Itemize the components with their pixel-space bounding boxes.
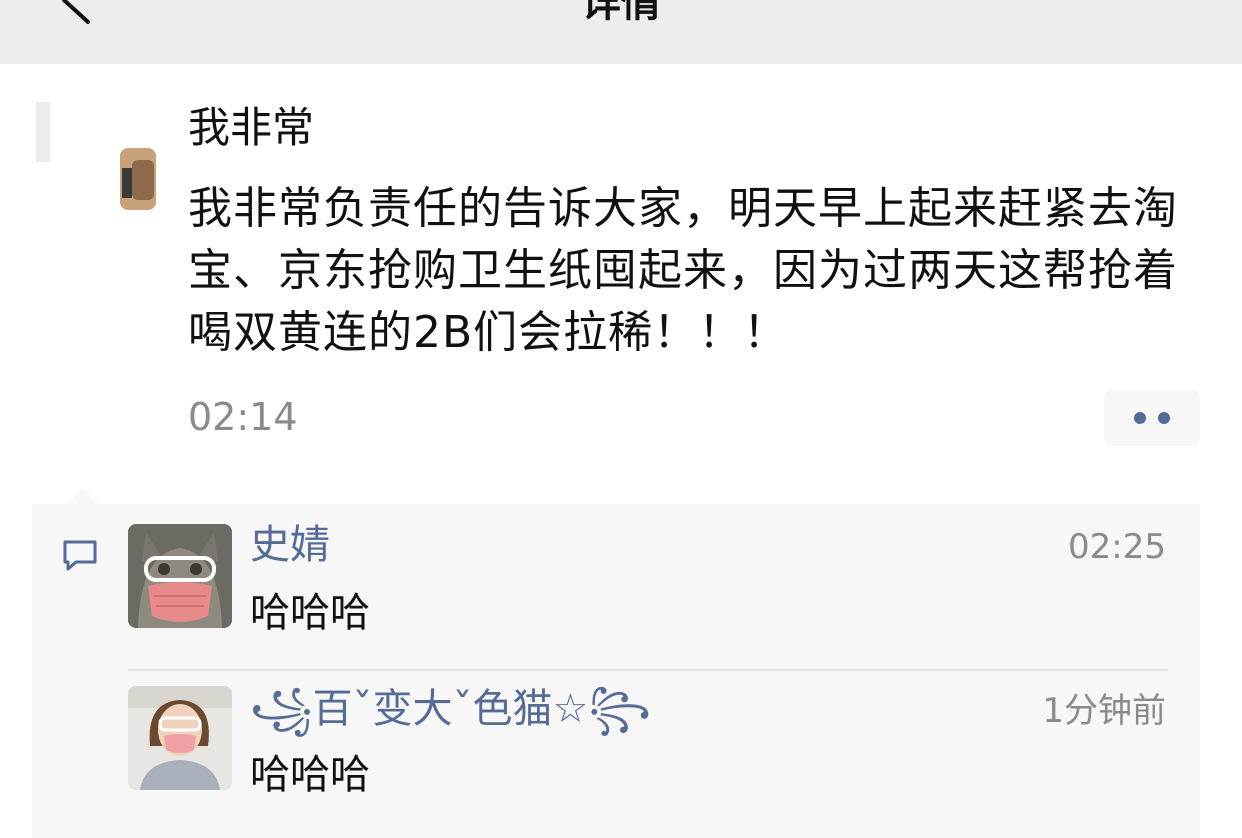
comment-text: 哈哈哈: [250, 590, 370, 636]
nav-bar: 详情: [0, 0, 1242, 64]
comment-author-name[interactable]: 史婧: [250, 520, 330, 570]
comment-text: 哈哈哈: [250, 752, 370, 798]
comment-time: 1分钟前: [1042, 691, 1166, 731]
more-button[interactable]: [1104, 390, 1200, 446]
comment-time: 02:25: [1068, 527, 1166, 567]
avatar[interactable]: [36, 96, 160, 220]
comment-divider: [128, 669, 1168, 671]
avatar[interactable]: [128, 686, 232, 790]
comment-author-name[interactable]: ꧁百ˇ变大ˇ色猫☆꧂: [250, 684, 651, 734]
more-dots-icon: [1158, 412, 1170, 424]
avatar[interactable]: [128, 524, 232, 628]
more-dots-icon: [1134, 412, 1146, 424]
post-author-name[interactable]: 我非常: [188, 100, 314, 156]
page-title: 详情: [581, 0, 661, 26]
post-content: 我非常负责任的告诉大家，明天早上起来赶紧去淘宝、京东抢购卫生纸囤起来，因为过两天…: [188, 183, 1178, 358]
comments-panel-arrow: [66, 488, 98, 504]
comment-bubble-icon: [63, 540, 97, 571]
post-time: 02:14: [188, 395, 298, 439]
